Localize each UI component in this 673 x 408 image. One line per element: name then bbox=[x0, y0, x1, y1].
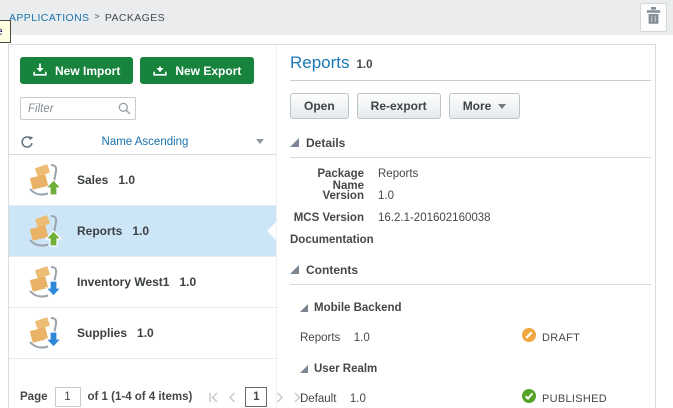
field-mcs-version: MCS Version 16.2.1-201602160038 bbox=[290, 212, 651, 224]
detail-title-name: Reports bbox=[290, 53, 350, 72]
package-version: 1.0 bbox=[137, 326, 154, 340]
group-title: Mobile Backend bbox=[314, 302, 402, 314]
more-label: More bbox=[462, 99, 492, 113]
section-contents-header[interactable]: Contents bbox=[290, 261, 651, 279]
delete-button[interactable] bbox=[640, 3, 667, 32]
section-contents-title: Contents bbox=[306, 263, 358, 277]
current-page-button[interactable]: 1 bbox=[245, 387, 268, 407]
content-item-reports: Reports 1.0 DRAFT bbox=[300, 328, 651, 344]
package-detail-panel: Reports 1.0 Open Re-export More Details bbox=[277, 45, 655, 408]
filter-field-wrap bbox=[20, 97, 136, 120]
details-divider bbox=[290, 157, 651, 158]
pagination-summary: of 1 (1-4 of 4 items) bbox=[87, 391, 193, 403]
collapse-triangle-icon bbox=[300, 299, 308, 317]
new-export-button[interactable]: New Export bbox=[140, 57, 255, 84]
breadcrumb-separator: > bbox=[94, 10, 100, 21]
breadcrumb-packages: PACKAGES bbox=[104, 11, 166, 24]
status-badge: PUBLISHED bbox=[522, 389, 607, 408]
package-name: Inventory West1 bbox=[77, 275, 170, 289]
package-import-icon bbox=[27, 263, 65, 301]
collapse-triangle-icon bbox=[290, 134, 299, 152]
page-number-input[interactable] bbox=[54, 387, 81, 407]
contents-divider bbox=[290, 284, 651, 285]
package-name: Sales bbox=[77, 173, 109, 187]
status-text: PUBLISHED bbox=[542, 392, 608, 405]
refresh-icon[interactable] bbox=[20, 135, 34, 149]
open-label: Open bbox=[304, 99, 335, 113]
top-bar: APPLICATIONS > PACKAGES bbox=[0, 0, 673, 35]
tooltip: e bbox=[0, 20, 11, 43]
package-name: Reports bbox=[77, 224, 123, 238]
page-label: Page bbox=[20, 391, 48, 403]
content-item-name: Reports bbox=[300, 332, 341, 344]
detail-actions: Open Re-export More bbox=[290, 93, 651, 119]
field-value: 1.0 bbox=[378, 190, 394, 202]
section-details-title: Details bbox=[306, 136, 346, 150]
content-item-default: Default 1.0 PUBLISHED bbox=[300, 389, 651, 405]
previous-page-icon[interactable] bbox=[228, 392, 236, 403]
field-package-name: Package Name Reports bbox=[290, 168, 651, 192]
group-title: User Realm bbox=[314, 363, 378, 375]
collapse-triangle-icon bbox=[300, 360, 308, 378]
group-user-realm-header[interactable]: User Realm bbox=[300, 360, 651, 378]
reexport-label: Re-export bbox=[370, 99, 427, 113]
field-label: Package Name bbox=[317, 168, 364, 192]
content-item-name: Default bbox=[300, 393, 337, 405]
download-icon bbox=[33, 63, 47, 79]
breadcrumb-applications-link[interactable]: APPLICATIONS bbox=[9, 12, 89, 24]
field-value: Reports bbox=[378, 168, 419, 180]
detail-title: Reports 1.0 bbox=[290, 53, 651, 73]
package-list: Sales 1.0 Reports 1.0 Inventory West1 1.… bbox=[9, 155, 276, 378]
list-item-reports[interactable]: Reports 1.0 bbox=[9, 206, 276, 257]
field-label: MCS Version bbox=[293, 212, 364, 224]
search-icon bbox=[118, 102, 131, 120]
field-version: Version 1.0 bbox=[290, 190, 651, 202]
packages-panel: New Import New Export Filter Name Ascend… bbox=[8, 44, 656, 408]
package-export-icon bbox=[27, 161, 65, 199]
package-version: 1.0 bbox=[132, 224, 150, 238]
open-button[interactable]: Open bbox=[290, 93, 349, 119]
list-toolbar: Name Ascending bbox=[9, 129, 276, 155]
first-page-icon[interactable] bbox=[209, 392, 219, 403]
package-version: 1.0 bbox=[179, 275, 197, 289]
draft-status-icon bbox=[522, 328, 536, 347]
chevron-down-icon[interactable] bbox=[256, 139, 264, 144]
title-divider bbox=[290, 80, 651, 81]
package-export-icon bbox=[27, 212, 65, 250]
field-documentation: Documentation bbox=[290, 234, 651, 246]
upload-icon bbox=[153, 63, 167, 79]
new-export-label: New Export bbox=[175, 63, 242, 78]
new-import-label: New Import bbox=[55, 63, 121, 78]
status-badge: DRAFT bbox=[522, 328, 580, 347]
group-mobile-backend-header[interactable]: Mobile Backend bbox=[300, 299, 651, 317]
more-button[interactable]: More bbox=[448, 93, 521, 119]
list-item-sales[interactable]: Sales 1.0 bbox=[9, 155, 276, 206]
list-item-supplies[interactable]: Supplies 1.0 bbox=[9, 308, 276, 359]
package-import-icon bbox=[27, 314, 65, 352]
status-text: DRAFT bbox=[542, 331, 581, 344]
reexport-button[interactable]: Re-export bbox=[356, 93, 441, 119]
field-label: Documentation bbox=[290, 234, 374, 246]
field-value: 16.2.1-201602160038 bbox=[378, 212, 491, 224]
section-details-header[interactable]: Details bbox=[290, 134, 651, 152]
package-list-panel: New Import New Export Filter Name Ascend… bbox=[9, 45, 304, 408]
package-version: 1.0 bbox=[118, 173, 136, 187]
breadcrumb: APPLICATIONS > PACKAGES bbox=[9, 10, 166, 24]
collapse-triangle-icon bbox=[290, 261, 299, 279]
content-item-version: 1.0 bbox=[349, 393, 366, 405]
package-name: Supplies bbox=[77, 326, 128, 340]
published-status-icon bbox=[522, 389, 536, 408]
sort-selector[interactable]: Name Ascending bbox=[34, 136, 256, 148]
pagination-bar: Page of 1 (1-4 of 4 items) 1 bbox=[9, 378, 304, 408]
trash-icon bbox=[646, 6, 661, 29]
detail-title-version: 1.0 bbox=[356, 59, 373, 71]
new-import-button[interactable]: New Import bbox=[20, 57, 134, 84]
content-item-version: 1.0 bbox=[353, 332, 370, 344]
list-item-inventory-west1[interactable]: Inventory West1 1.0 bbox=[9, 257, 276, 308]
import-export-buttons: New Import New Export bbox=[20, 57, 276, 84]
chevron-down-icon bbox=[498, 103, 507, 109]
field-label: Version bbox=[322, 190, 364, 202]
